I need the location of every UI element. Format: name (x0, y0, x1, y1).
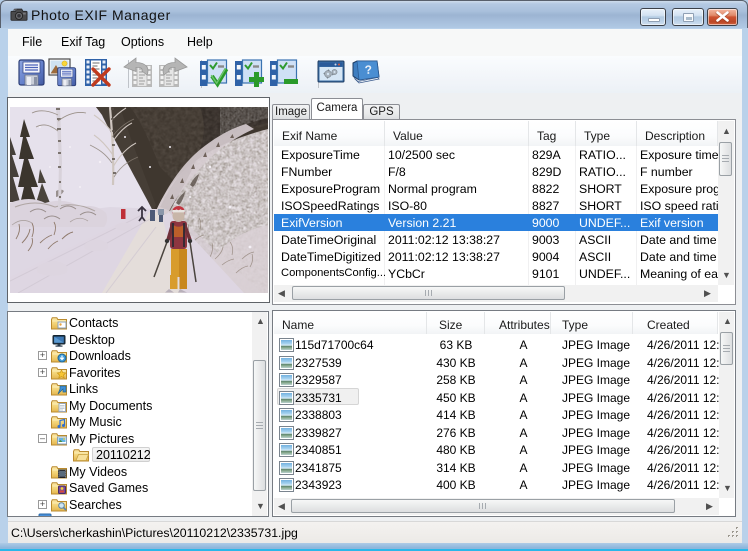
svg-text:?: ? (364, 63, 372, 77)
